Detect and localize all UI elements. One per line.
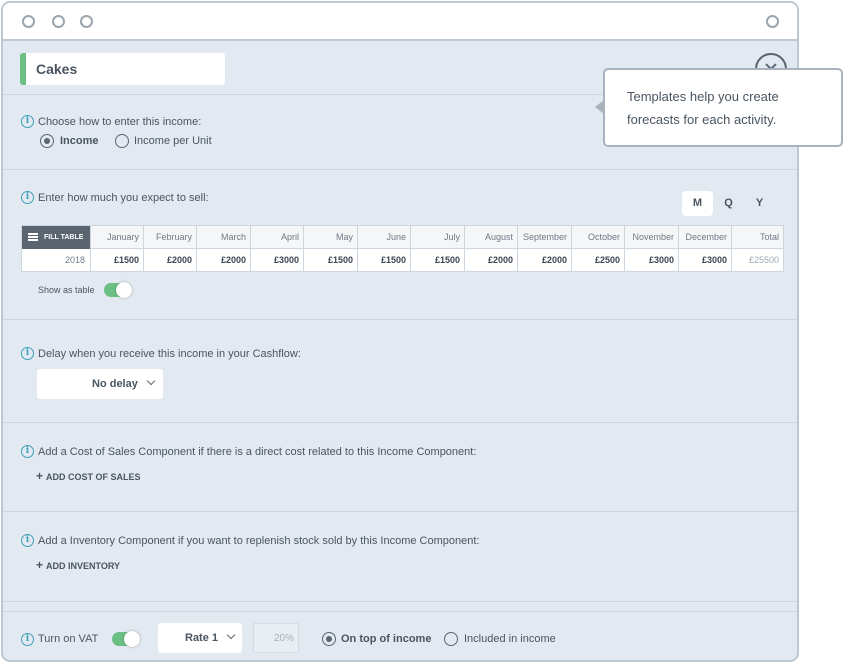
column-header: November xyxy=(624,226,678,249)
column-header: Total xyxy=(731,226,783,249)
tab-month[interactable]: M xyxy=(682,191,713,216)
plus-icon: + xyxy=(36,469,44,483)
info-icon[interactable]: i xyxy=(21,633,34,646)
radio-included-in-income-label: Included in income xyxy=(464,633,556,645)
radio-income-label: Income xyxy=(60,135,99,147)
vat-label: Turn on VAT xyxy=(38,633,99,645)
fill-table-label: FILL TABLE xyxy=(44,234,84,241)
templates-tooltip: Templates help you create forecasts for … xyxy=(603,68,843,147)
window-dot-1[interactable] xyxy=(22,15,35,28)
inventory-prompt: Add a Inventory Component if you want to… xyxy=(38,535,480,547)
delay-prompt: Delay when you receive this income in yo… xyxy=(38,348,301,360)
table-cell[interactable]: £1500 xyxy=(303,249,357,272)
radio-on-top-of-income[interactable] xyxy=(322,632,336,646)
divider xyxy=(3,611,797,612)
vat-toggle[interactable] xyxy=(112,631,140,647)
add-cost-of-sales-button[interactable]: + ADD COST OF SALES xyxy=(36,469,141,483)
table-cell[interactable]: £1500 xyxy=(90,249,143,272)
info-icon[interactable]: i xyxy=(21,534,34,547)
info-icon[interactable]: i xyxy=(21,347,34,360)
add-cost-of-sales-label: ADD COST OF SALES xyxy=(46,472,141,482)
divider xyxy=(3,422,797,423)
column-header: May xyxy=(303,226,357,249)
column-header: September xyxy=(517,226,571,249)
window-titlebar xyxy=(3,3,797,41)
sales-prompt: Enter how much you expect to sell: xyxy=(38,192,209,204)
divider xyxy=(3,601,797,602)
column-header: January xyxy=(90,226,143,249)
column-header: August xyxy=(464,226,517,249)
column-header: April xyxy=(250,226,303,249)
info-icon[interactable]: i xyxy=(21,115,34,128)
window-dot-3[interactable] xyxy=(80,15,93,28)
delay-select[interactable]: No delay xyxy=(37,369,163,399)
add-inventory-label: ADD INVENTORY xyxy=(46,561,121,571)
window-dot-2[interactable] xyxy=(52,15,65,28)
chevron-down-icon xyxy=(226,630,236,640)
tab-year[interactable]: Y xyxy=(744,191,775,216)
column-header: December xyxy=(678,226,731,249)
radio-income-per-unit[interactable] xyxy=(115,134,129,148)
radio-income[interactable] xyxy=(40,134,54,148)
tooltip-line-1: Templates help you create xyxy=(627,89,779,104)
vat-percent-field[interactable]: 20% xyxy=(253,623,299,653)
table-cell[interactable]: £2500 xyxy=(571,249,624,272)
menu-icon xyxy=(28,233,38,241)
table-cell[interactable]: £2000 xyxy=(517,249,571,272)
radio-included-in-income[interactable] xyxy=(444,632,458,646)
divider xyxy=(3,511,797,512)
radio-income-per-unit-label: Income per Unit xyxy=(134,135,212,147)
radio-on-top-of-income-label: On top of income xyxy=(341,633,432,645)
table-cell[interactable]: £1500 xyxy=(357,249,410,272)
divider xyxy=(3,169,797,170)
component-name-field[interactable]: Cakes xyxy=(20,53,225,85)
tooltip-line-2: forecasts for each activity. xyxy=(627,112,777,127)
table-cell[interactable]: £1500 xyxy=(410,249,464,272)
column-header: February xyxy=(143,226,196,249)
cost-of-sales-prompt: Add a Cost of Sales Component if there i… xyxy=(38,446,477,458)
tab-quarter[interactable]: Q xyxy=(713,191,744,216)
chevron-down-icon xyxy=(146,376,156,386)
year-cell: 2018 xyxy=(64,255,85,265)
delay-value: No delay xyxy=(92,378,138,390)
divider xyxy=(3,319,797,320)
vat-rate-select[interactable]: Rate 1 xyxy=(158,623,242,653)
table-cell[interactable]: £2000 xyxy=(464,249,517,272)
table-cell[interactable]: £2000 xyxy=(196,249,250,272)
fill-table-button[interactable]: FILL TABLE xyxy=(22,226,90,249)
component-name: Cakes xyxy=(36,61,78,77)
income-method-prompt: Choose how to enter this income: xyxy=(38,116,202,128)
table-cell[interactable]: £3000 xyxy=(624,249,678,272)
show-as-table-toggle[interactable] xyxy=(104,282,132,298)
column-header: March xyxy=(196,226,250,249)
show-as-table-label: Show as table xyxy=(38,285,95,295)
window-dot-right[interactable] xyxy=(766,15,779,28)
info-icon[interactable]: i xyxy=(21,445,34,458)
info-icon[interactable]: i xyxy=(21,191,34,204)
vat-rate-value: Rate 1 xyxy=(185,632,219,644)
plus-icon: + xyxy=(36,558,44,572)
table-cell[interactable]: £3000 xyxy=(678,249,731,272)
add-inventory-button[interactable]: + ADD INVENTORY xyxy=(36,558,120,572)
sales-table: FILL TABLE 2018 January February March A… xyxy=(21,225,784,272)
table-cell[interactable]: £2000 xyxy=(143,249,196,272)
period-tabs: M Q Y xyxy=(682,191,775,216)
column-header: October xyxy=(571,226,624,249)
column-header: July xyxy=(410,226,464,249)
column-header: June xyxy=(357,226,410,249)
table-cell[interactable]: £3000 xyxy=(250,249,303,272)
total-cell: £25500 xyxy=(731,249,783,272)
